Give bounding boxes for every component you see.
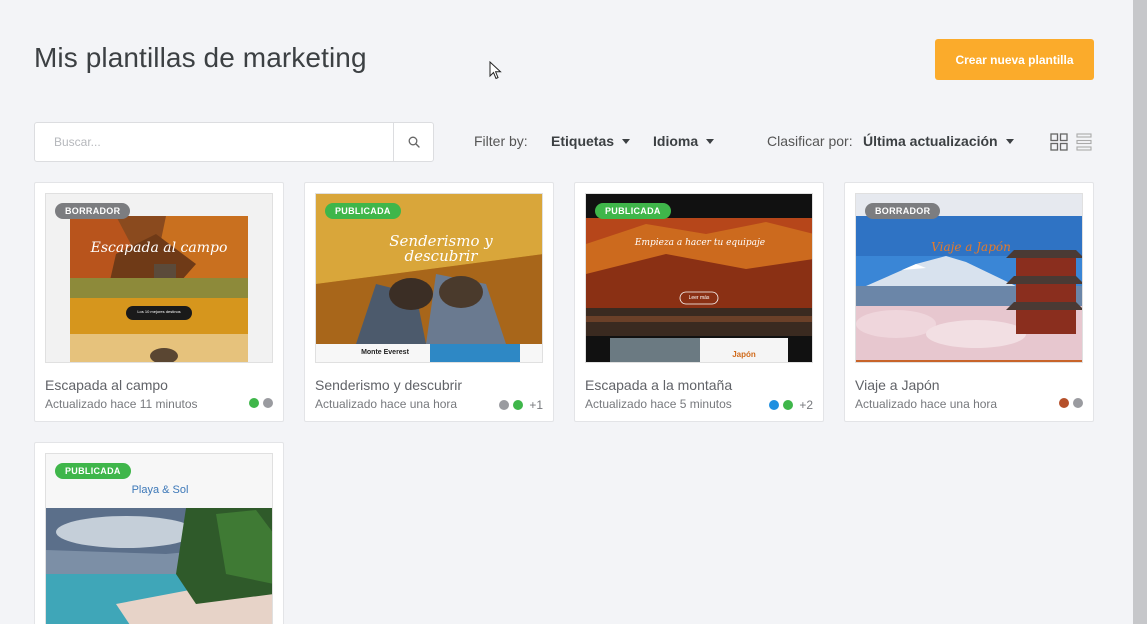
- thumbnail-title: Empieza a hacer tu equipaje: [634, 238, 766, 248]
- thumbnail-image: [46, 194, 272, 362]
- thumbnail-title: Escapada al campo: [90, 240, 228, 256]
- tag-dot: [1073, 398, 1083, 408]
- thumbnail-image: [46, 454, 272, 624]
- create-template-button[interactable]: Crear nueva plantilla: [935, 39, 1094, 80]
- scrollbar-thumb[interactable]: [1133, 0, 1147, 624]
- template-name[interactable]: Senderismo y descubrir: [315, 377, 462, 393]
- template-name[interactable]: Escapada a la montaña: [585, 377, 732, 393]
- filter-tags-label: Etiquetas: [551, 133, 615, 149]
- thumbnail-title: Viaje a Japón: [931, 240, 1011, 254]
- sort-label: Clasificar por:: [767, 133, 853, 149]
- template-updated: Actualizado hace una hora: [315, 397, 458, 411]
- thumbnail-image: [316, 194, 542, 362]
- search-button[interactable]: [393, 123, 433, 161]
- tag-dot: [783, 400, 794, 410]
- thumbnail-button-text: Los 10 mejores destinos: [137, 309, 181, 314]
- filter-tags-dropdown[interactable]: Etiquetas: [551, 133, 631, 149]
- template-name[interactable]: Escapada al campo: [45, 377, 168, 393]
- tag-dot: [513, 400, 524, 410]
- sort-dropdown[interactable]: Última actualización: [863, 133, 1014, 149]
- thumbnail-caption: Japón: [732, 350, 756, 359]
- template-card[interactable]: Viaje a Japón BORRADOR Viaje a Japón Act…: [844, 182, 1094, 422]
- thumbnail-button-text: Leer más: [688, 295, 710, 301]
- status-badge: BORRADOR: [55, 203, 131, 219]
- tag-dot: [1059, 398, 1069, 408]
- scrollbar[interactable]: [1133, 0, 1147, 624]
- grid-view-icon[interactable]: [1050, 133, 1068, 151]
- page-title: Mis plantillas de marketing: [34, 42, 367, 73]
- filter-label: Filter by:: [474, 133, 528, 149]
- mouse-cursor-icon: [489, 61, 502, 80]
- more-tags-count: +2: [799, 398, 813, 412]
- filter-language-label: Idioma: [653, 133, 699, 149]
- thumbnail-title: Playa & Sol: [131, 484, 189, 496]
- tag-dot: [769, 400, 780, 410]
- template-card[interactable]: Empieza a hacer tu equipaje Leer más Jap…: [574, 182, 824, 422]
- search-box: [34, 122, 434, 162]
- status-badge: PUBLICADA: [595, 203, 671, 219]
- template-tags: +2: [769, 398, 813, 412]
- more-tags-count: +1: [529, 398, 543, 412]
- template-name[interactable]: Viaje a Japón: [855, 377, 940, 393]
- template-tags: [249, 398, 273, 408]
- template-updated: Actualizado hace una hora: [855, 397, 998, 411]
- list-view-icon[interactable]: [1076, 133, 1092, 151]
- template-card[interactable]: Escapada al campo Los 10 mejores destino…: [34, 182, 284, 422]
- template-card[interactable]: Playa & Sol PUBLICADA: [34, 442, 284, 624]
- template-updated: Actualizado hace 11 minutos: [45, 397, 198, 411]
- tag-dot: [249, 398, 259, 408]
- status-badge: PUBLICADA: [55, 463, 131, 479]
- template-card[interactable]: Senderismo y descubrir Monte Everest PUB…: [304, 182, 554, 422]
- filter-language-dropdown[interactable]: Idioma: [653, 133, 715, 149]
- chevron-down-icon: [706, 138, 715, 144]
- tag-dot: [499, 400, 510, 410]
- thumbnail-title: Senderismo y descubrir: [389, 232, 493, 265]
- search-icon: [408, 136, 420, 148]
- search-input[interactable]: [35, 123, 393, 161]
- thumbnail-image: [586, 194, 812, 362]
- sort-value: Última actualización: [863, 133, 998, 149]
- template-tags: [1059, 398, 1083, 408]
- template-tags: +1: [499, 398, 543, 412]
- chevron-down-icon: [1005, 138, 1014, 144]
- status-badge: BORRADOR: [865, 203, 941, 219]
- tag-dot: [263, 398, 273, 408]
- template-updated: Actualizado hace 5 minutos: [585, 397, 732, 411]
- chevron-down-icon: [622, 138, 631, 144]
- thumbnail-caption: Monte Everest: [361, 349, 409, 356]
- status-badge: PUBLICADA: [325, 203, 401, 219]
- thumbnail-image: [856, 194, 1082, 362]
